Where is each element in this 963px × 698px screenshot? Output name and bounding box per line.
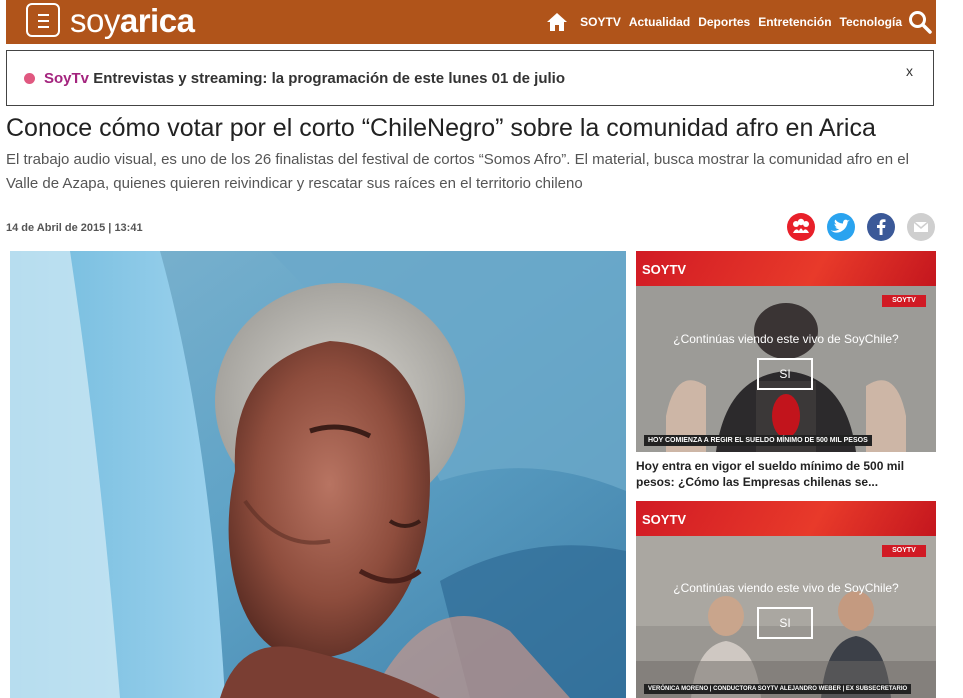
nav-actualidad[interactable]: Actualidad	[629, 15, 690, 29]
article-date: 14 de Abril de 2015 | 13:41	[6, 222, 143, 234]
menu-icon-line	[38, 20, 49, 22]
nav-deportes[interactable]: Deportes	[698, 15, 750, 29]
logo-suffix: arica	[119, 2, 195, 39]
facebook-icon[interactable]	[867, 213, 895, 241]
email-icon[interactable]	[907, 213, 935, 241]
home-icon[interactable]	[546, 12, 568, 32]
soytv-banner: SOYTV	[636, 501, 936, 536]
article-title: Conoce cómo votar por el corto “ChileNeg…	[6, 114, 876, 142]
community-share-icon[interactable]	[787, 213, 815, 241]
video-lower-third: HOY COMIENZA A REGIR EL SUELDO MÍNIMO DE…	[644, 435, 872, 446]
close-button[interactable]: x	[906, 63, 913, 79]
continue-watching-prompt: ¿Continúas viendo este vivo de SoyChile?	[673, 581, 899, 595]
menu-button[interactable]	[26, 3, 60, 37]
menu-icon-line	[38, 14, 49, 16]
soytv-logo: SOYTV	[642, 512, 687, 527]
soytv-watermark: SOYTV	[882, 545, 926, 557]
continue-watching-prompt: ¿Continúas viendo este vivo de SoyChile?	[673, 332, 899, 346]
nav-soytv[interactable]: SOYTV	[580, 15, 621, 29]
video-headline-link[interactable]: Hoy entra en vigor el sueldo mínimo de 5…	[636, 452, 936, 490]
continue-yes-button[interactable]: SI	[757, 607, 813, 639]
notice-text[interactable]: SoyTv Entrevistas y streaming: la progra…	[44, 70, 565, 87]
notice-message: Entrevistas y streaming: la programación…	[93, 70, 566, 87]
soytv-logo: SOYTV	[642, 262, 687, 277]
top-header: soyarica SOYTV Actualidad Deportes Entre…	[6, 0, 936, 44]
live-video-player[interactable]: SOYTV ¿Continúas viendo este vivo de Soy…	[636, 536, 936, 698]
soytv-live-card[interactable]: SOYTV SOYTV ¿Continúas viendo este vivo …	[636, 251, 936, 490]
soytv-live-card[interactable]: SOYTV SOYTV ¿Continúas viendo este vivo …	[636, 501, 936, 698]
site-logo[interactable]: soyarica	[70, 2, 195, 40]
nav-entretencion[interactable]: Entretención	[758, 15, 831, 29]
article-main-image[interactable]	[10, 251, 626, 698]
continue-yes-button[interactable]: SI	[757, 358, 813, 390]
article-summary: El trabajo audio visual, es uno de los 2…	[6, 151, 909, 192]
video-lower-third: VERÓNICA MORENO | CONDUCTORA SOYTV ALEJA…	[644, 684, 912, 694]
search-icon[interactable]	[908, 10, 932, 34]
main-nav: SOYTV Actualidad Deportes Entretención T…	[546, 0, 932, 44]
live-dot-icon	[24, 73, 35, 84]
nav-tecnologia[interactable]: Tecnología	[840, 15, 902, 29]
notice-brand: SoyTv	[44, 70, 90, 87]
live-notice-banner[interactable]: SoyTv Entrevistas y streaming: la progra…	[6, 50, 934, 106]
soytv-banner: SOYTV	[636, 251, 936, 286]
live-video-player[interactable]: SOYTV ¿Continúas viendo este vivo de Soy…	[636, 286, 936, 452]
twitter-icon[interactable]	[827, 213, 855, 241]
soytv-watermark: SOYTV	[882, 295, 926, 307]
logo-prefix: soy	[70, 2, 120, 39]
menu-icon-line	[38, 26, 49, 28]
